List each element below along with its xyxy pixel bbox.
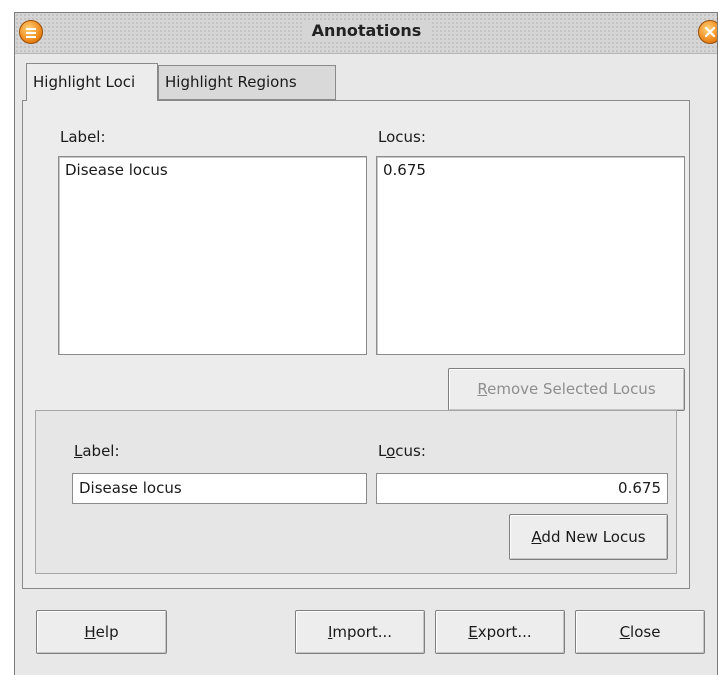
label-list-item[interactable]: Disease locus: [65, 161, 360, 179]
close-mnemonic: C: [619, 623, 631, 641]
new-label-rest: abel:: [82, 442, 120, 460]
new-locus-input[interactable]: 0.675: [376, 473, 668, 504]
export-label: xport...: [477, 623, 532, 641]
export-button[interactable]: Export...: [435, 610, 565, 654]
remove-selected-locus-button[interactable]: Remove Selected Locus: [448, 368, 685, 411]
close-window-icon[interactable]: [698, 20, 718, 44]
import-label: mport...: [332, 623, 393, 641]
new-label-caption: Label:: [74, 442, 120, 460]
import-button[interactable]: Import...: [295, 610, 425, 654]
close-label: lose: [630, 623, 661, 641]
add-new-locus-button[interactable]: Add New Locus: [509, 514, 668, 560]
title-bar[interactable]: Annotations: [15, 13, 718, 54]
tab-highlight-loci[interactable]: Highlight Loci: [26, 63, 158, 101]
window-title: Annotations: [301, 21, 432, 40]
new-locus-pre: L: [378, 442, 387, 460]
help-label: elp: [95, 623, 119, 641]
new-locus-mnemonic: o: [386, 442, 396, 460]
remove-label: emove Selected Locus: [487, 380, 656, 398]
new-locus-caption: Locus:: [378, 442, 426, 460]
tab-highlight-regions[interactable]: Highlight Regions: [158, 65, 336, 100]
remove-mnemonic: R: [477, 380, 488, 398]
label-list[interactable]: Disease locus: [58, 156, 367, 355]
export-mnemonic: E: [468, 623, 478, 641]
locus-list[interactable]: 0.675: [376, 156, 685, 355]
help-button[interactable]: Help: [36, 610, 167, 654]
add-mnemonic: A: [531, 528, 542, 546]
help-mnemonic: H: [84, 623, 96, 641]
locus-list-header: Locus:: [378, 128, 426, 146]
label-list-header: Label:: [60, 128, 106, 146]
locus-list-item[interactable]: 0.675: [383, 161, 678, 179]
close-button[interactable]: Close: [575, 610, 705, 654]
new-label-input[interactable]: Disease locus: [72, 473, 367, 504]
new-locus-rest: cus:: [395, 442, 426, 460]
add-label: dd New Locus: [541, 528, 646, 546]
